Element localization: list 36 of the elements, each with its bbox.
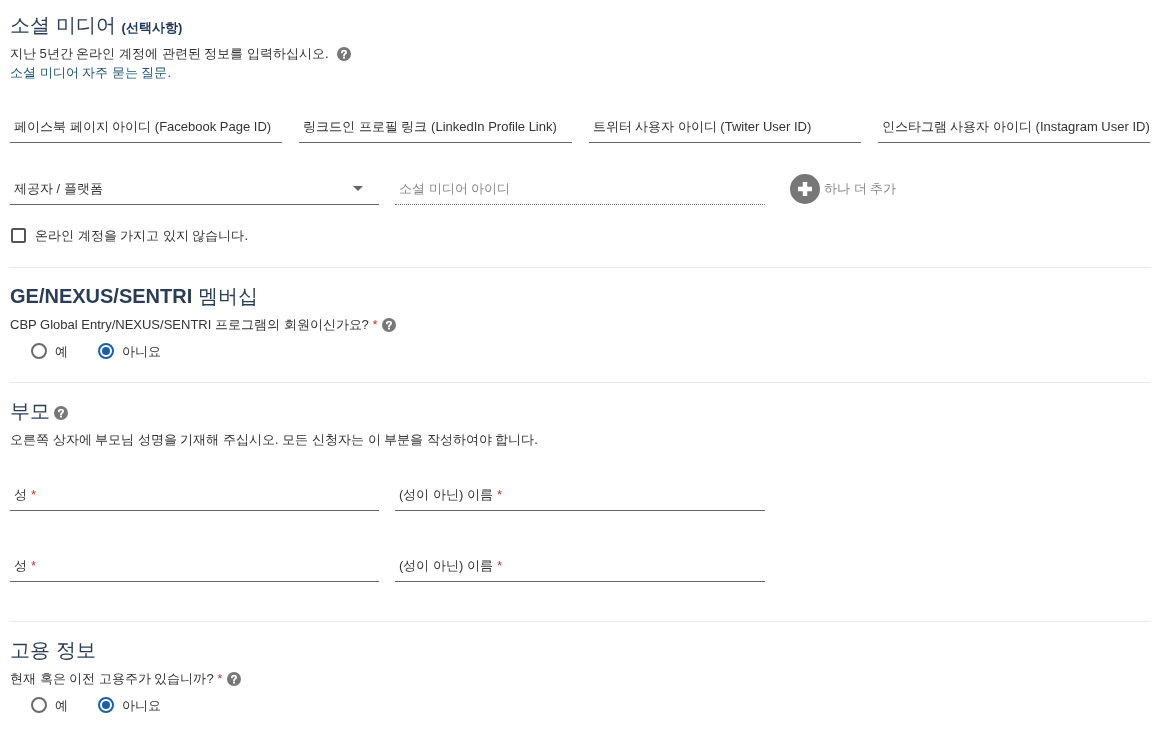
- radio-button[interactable]: [31, 343, 47, 359]
- radio-label[interactable]: 예: [55, 695, 68, 715]
- radio-button[interactable]: [98, 697, 114, 713]
- dropdown-field[interactable]: 제공자 / 플랫폼: [10, 173, 379, 205]
- optional-note: (선택사항): [121, 19, 183, 37]
- help-icon[interactable]: [382, 317, 397, 332]
- add-more-button[interactable]: 하나 더 추가: [790, 174, 897, 204]
- text-field[interactable]: (성이 아닌) 이름 *: [395, 550, 765, 582]
- section-description: 지난 5년간 온라인 계정에 관련된 정보를 입력하십시오.: [10, 45, 329, 63]
- radio-button[interactable]: [98, 343, 114, 359]
- caret-icon: [353, 186, 363, 191]
- section-title: GE/NEXUS/SENTRI 멤버십: [10, 284, 258, 309]
- faq-link[interactable]: 소셜 미디어 자주 묻는 질문.: [10, 63, 172, 82]
- section-title: 부모: [10, 399, 50, 424]
- question-text: 현재 혹은 이전 고용주가 있습니까? *: [10, 670, 223, 688]
- text-field[interactable]: 성 *: [10, 550, 379, 582]
- radio-button[interactable]: [31, 697, 47, 713]
- text-field[interactable]: (성이 아닌) 이름 *: [395, 479, 765, 511]
- text-field[interactable]: 트위터 사용자 아이디 (Twiter User ID): [588, 111, 861, 143]
- text-field[interactable]: 페이스북 페이지 아이디 (Facebook Page ID): [10, 111, 283, 143]
- section-description: 오른쪽 상자에 부모님 성명을 기재해 주십시오. 모든 신청자는 이 부분을 작성하여야 합니다.: [10, 431, 538, 449]
- help-icon[interactable]: [336, 46, 351, 61]
- help-icon[interactable]: [54, 406, 68, 420]
- radio-label[interactable]: 예: [55, 341, 68, 361]
- text-field[interactable]: 성 *: [10, 479, 379, 511]
- text-field[interactable]: 링크드인 프로필 링크 (LinkedIn Profile Link): [299, 111, 572, 143]
- checkbox[interactable]: [11, 228, 26, 243]
- question-text: CBP Global Entry/NEXUS/SENTRI 프로그램의 회원이신가요? *: [10, 316, 378, 334]
- radio-label[interactable]: 아니요: [122, 695, 161, 715]
- checkbox-label[interactable]: 온라인 계정을 가지고 있지 않습니다.: [35, 226, 249, 245]
- section-title: 고용 정보: [10, 638, 96, 663]
- radio-label[interactable]: 아니요: [122, 341, 161, 361]
- text-field[interactable]: 인스타그램 사용자 아이디 (Instagram User ID): [877, 111, 1150, 143]
- plus-icon: [790, 174, 820, 204]
- section-title: 소셜 미디어: [10, 13, 116, 38]
- help-icon[interactable]: [227, 671, 242, 686]
